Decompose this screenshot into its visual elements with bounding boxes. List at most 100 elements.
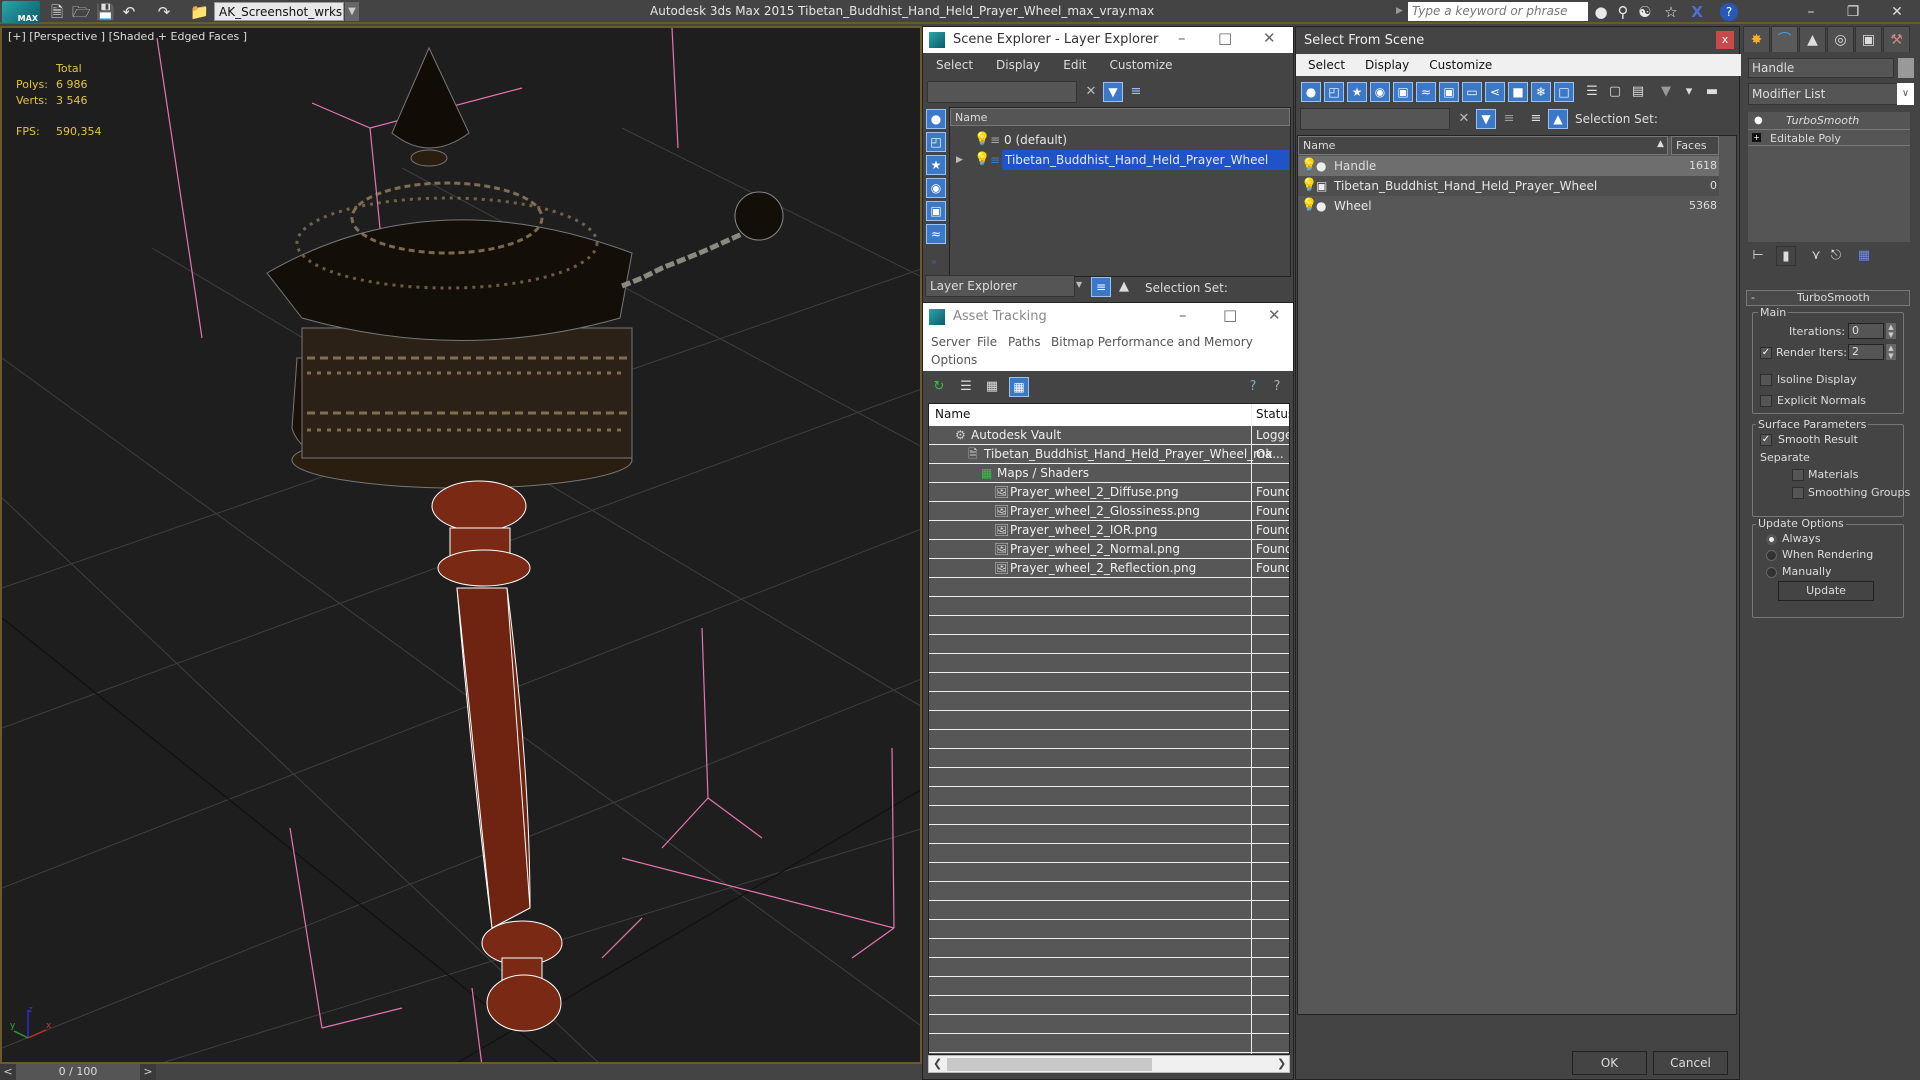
shapes-filter-icon[interactable]: ◰ — [926, 132, 946, 152]
layer-row[interactable]: 💡 ≡ 0 (default) — [950, 130, 1290, 150]
iterations-spinner-arrows[interactable]: ▲ ▼ — [1886, 323, 1896, 339]
menu-select[interactable]: Select — [1296, 54, 1353, 72]
modifier-on-bulb-icon[interactable]: ● — [1754, 112, 1763, 129]
object-row[interactable]: 💡 ● Wheel 5368 — [1298, 196, 1719, 216]
close-button[interactable]: ✕ — [1874, 0, 1920, 24]
menu-display[interactable]: Display — [1353, 54, 1417, 72]
close-button[interactable]: ✕ — [1268, 306, 1281, 324]
prayer-wheel-handle[interactable] — [431, 480, 563, 1032]
asset-row[interactable]: 🖼 Prayer_wheel_2_Reflection.png Found — [929, 559, 1289, 578]
vault-help-icon[interactable]: ? — [1243, 377, 1263, 397]
create-tab-icon[interactable]: ✸ — [1743, 26, 1770, 52]
menu-customize[interactable]: Customize — [1417, 54, 1500, 72]
expand-plus-icon[interactable]: + — [1752, 133, 1761, 142]
menu-customize[interactable]: Customize — [1097, 55, 1183, 72]
save-file-icon[interactable]: 💾 — [96, 3, 115, 21]
layer-row[interactable]: ▶ 💡 ≡ Tibetan_Buddhist_Hand_Held_Prayer_… — [950, 150, 1290, 170]
open-file-icon[interactable]: 🗁 — [72, 3, 91, 21]
helpers-filter-icon[interactable]: ▣ — [926, 201, 946, 221]
help-icon[interactable]: ? — [1720, 3, 1738, 21]
helpers-filter-icon[interactable]: ▣ — [1393, 82, 1413, 102]
xrefs-filter-icon[interactable]: ▭ — [1462, 82, 1482, 102]
smoothing-groups-checkbox[interactable] — [1792, 487, 1804, 499]
minimize-button[interactable]: – — [1178, 29, 1186, 47]
asset-row[interactable]: 🗎 Tibetan_Buddhist_Hand_Held_Prayer_Wheel… — [929, 445, 1289, 464]
spacewarps-filter-icon[interactable]: ≈ — [1416, 82, 1436, 102]
filter-icon[interactable]: ▼ — [1656, 82, 1676, 102]
turbosmooth-rollout-header[interactable]: - TurboSmooth — [1746, 290, 1910, 306]
render-iters-checkbox[interactable]: ✓ — [1760, 347, 1772, 359]
menu-bitmap-performance[interactable]: Bitmap Performance and Memory — [1051, 335, 1253, 349]
sort-by-layer-icon[interactable]: ≡ — [1526, 109, 1546, 129]
asset-row[interactable]: ▦ Maps / Shaders — [929, 464, 1289, 483]
next-frame-button[interactable]: > — [140, 1064, 156, 1080]
scene-explorer-titlebar[interactable]: Scene Explorer - Layer Explorer – □ ✕ — [923, 27, 1293, 53]
lights-filter-icon[interactable]: ★ — [1347, 82, 1367, 102]
lights-filter-icon[interactable]: ★ — [926, 155, 946, 175]
spacewarps-filter-icon[interactable]: ≈ — [926, 224, 946, 244]
minimize-button[interactable]: – — [1788, 0, 1834, 24]
restore-button[interactable]: ❐ — [1830, 0, 1876, 24]
clear-search-icon[interactable]: ✕ — [1454, 109, 1474, 129]
previous-frame-button[interactable]: < — [0, 1064, 16, 1080]
maximize-button[interactable]: □ — [1218, 29, 1232, 47]
close-button[interactable]: ✕ — [1263, 29, 1276, 47]
visibility-bulb-icon[interactable]: 💡 — [974, 150, 990, 170]
column-header-name[interactable]: Name ▲ — [1298, 136, 1668, 155]
sort-by-hierarchy-icon[interactable]: ▲ — [1114, 277, 1134, 297]
sort-by-layer-icon[interactable]: ≡ — [1091, 277, 1111, 297]
collapse-toolbar-icon[interactable]: ▬ — [1702, 82, 1722, 102]
redo-icon[interactable]: ↷ — [155, 3, 173, 21]
object-name-input[interactable]: Handle — [1748, 58, 1894, 78]
configure-modifier-sets-icon[interactable]: ▦ — [1854, 246, 1874, 266]
undo-icon[interactable]: ↶ — [120, 3, 138, 21]
search-input[interactable]: Type a keyword or phrase — [1408, 2, 1588, 21]
render-iters-spinner-input[interactable]: 2 — [1848, 344, 1884, 360]
iterations-spinner-input[interactable]: 0 — [1848, 323, 1884, 339]
display-tab-icon[interactable]: ▣ — [1855, 26, 1882, 52]
asset-row[interactable]: 🖼 Prayer_wheel_2_Normal.png Found — [929, 540, 1289, 559]
geometry-filter-icon[interactable]: ● — [1301, 82, 1321, 102]
refresh-icon[interactable]: ↻ — [929, 377, 949, 397]
chevron-down-icon[interactable]: ∨ — [1897, 83, 1914, 105]
quick-access-menu-button[interactable]: ▼ — [345, 2, 359, 21]
list-view-icon[interactable]: ☰ — [956, 377, 976, 397]
menu-display[interactable]: Display — [983, 55, 1050, 72]
manually-radio[interactable] — [1766, 567, 1777, 578]
modifier-list-dropdown[interactable]: Modifier List — [1748, 83, 1898, 105]
project-folder-icon[interactable]: 📁 — [190, 3, 209, 21]
star-icon[interactable]: ☆ — [1662, 3, 1680, 21]
hidden-filter-icon[interactable]: □ — [1554, 82, 1574, 102]
column-header-faces[interactable]: Faces — [1671, 136, 1719, 155]
expand-arrow-icon[interactable]: ▶ — [956, 150, 963, 170]
filter-toggle-icon[interactable]: ▼ — [1476, 109, 1496, 129]
visibility-bulb-icon[interactable]: 💡 — [1301, 196, 1317, 216]
frozen-filter-icon[interactable]: ❄ — [1531, 82, 1551, 102]
column-header-status[interactable]: Status — [1256, 407, 1289, 421]
ok-button[interactable]: OK — [1572, 1051, 1647, 1075]
prayer-wheel-drum[interactable] — [266, 46, 784, 489]
close-button[interactable]: x — [1716, 31, 1734, 49]
visibility-bulb-icon[interactable]: 💡 — [974, 130, 990, 150]
scrollbar-thumb[interactable] — [947, 1058, 1152, 1071]
layer-highlight-icon[interactable]: ≡ — [1499, 109, 1519, 129]
modify-tab-icon[interactable]: ⌒ — [1771, 26, 1798, 52]
stack-item[interactable]: + Editable Poly — [1748, 129, 1910, 146]
tree-view-icon[interactable]: ▦ — [982, 377, 1002, 397]
hierarchy-tab-icon[interactable]: ▲ — [1799, 26, 1826, 52]
layer-highlight-icon[interactable]: ≡ — [1126, 82, 1146, 102]
explicit-normals-checkbox[interactable] — [1760, 395, 1772, 407]
asset-row[interactable]: 🖼 Prayer_wheel_2_IOR.png Found — [929, 521, 1289, 540]
menu-paths[interactable]: Paths — [1008, 335, 1041, 349]
visibility-bulb-icon[interactable]: 💡 — [1301, 176, 1317, 196]
always-radio[interactable] — [1766, 534, 1777, 545]
motion-tab-icon[interactable]: ◎ — [1827, 26, 1854, 52]
app-menu-button[interactable]: MAX — [2, 1, 40, 23]
scroll-right-icon[interactable]: ❯ — [1277, 1057, 1286, 1070]
geometry-filter-icon[interactable]: ● — [926, 109, 946, 129]
perspective-viewport[interactable]: [+] [Perspective ] [Shaded + Edged Faces… — [0, 26, 922, 1064]
pin-stack-icon[interactable]: ⊢ — [1748, 246, 1768, 266]
horizontal-scrollbar[interactable]: ❮ ❯ — [928, 1055, 1290, 1073]
materials-checkbox[interactable] — [1792, 469, 1804, 481]
satellite-icon[interactable]: ☯ — [1636, 3, 1654, 21]
